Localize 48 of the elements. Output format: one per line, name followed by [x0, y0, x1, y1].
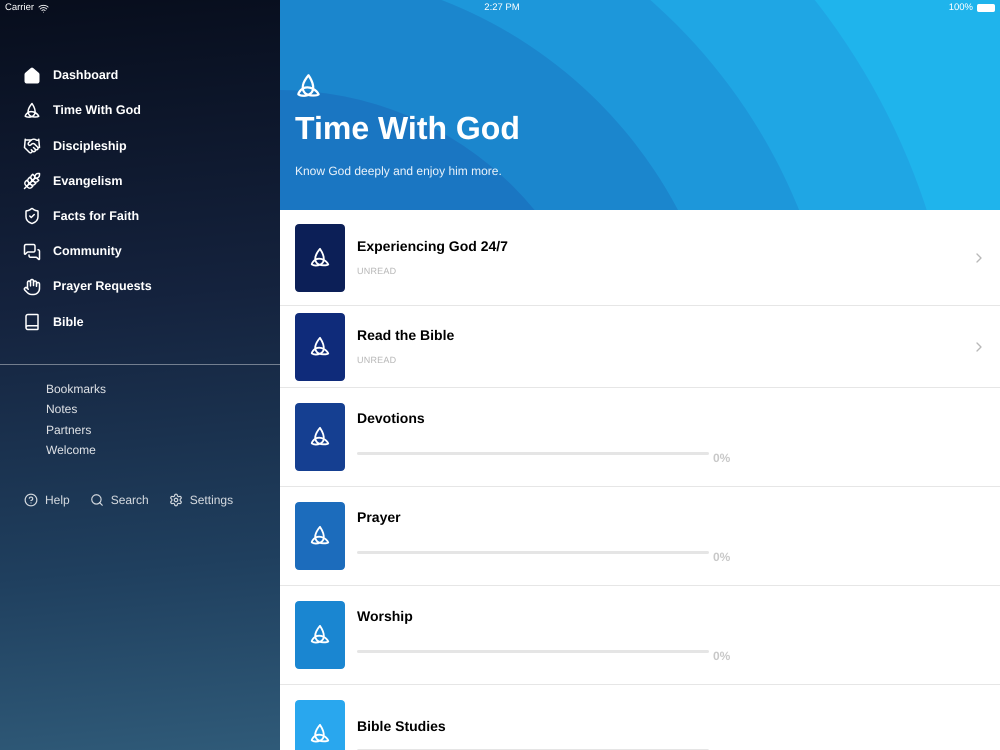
hand-icon [23, 278, 41, 296]
chat-icon [23, 242, 41, 261]
search-icon [90, 492, 104, 506]
battery-icon [977, 4, 995, 12]
nav-item[interactable]: Facts for Faith [0, 198, 280, 234]
lesson-title: Worship [357, 606, 414, 626]
handshake-icon [23, 136, 41, 155]
carrier-label: Carrier [5, 0, 34, 15]
settings-icon [168, 492, 183, 506]
footer-button[interactable]: Help [24, 490, 70, 508]
trinity-icon [309, 723, 331, 745]
lesson-title: Prayer [357, 508, 402, 527]
sidebar-link[interactable]: Welcome [46, 440, 96, 460]
battery-percent: 100% [948, 0, 973, 15]
nav-item[interactable]: Evangelism [0, 164, 280, 199]
page-title: Time With God [295, 109, 521, 148]
nav-item[interactable]: Prayer Requests [0, 269, 280, 304]
shield-check-icon [23, 207, 41, 226]
nav-item[interactable]: Discipleship [0, 128, 280, 164]
lesson-title: Bible Studies [357, 717, 447, 736]
trinity-icon [309, 624, 331, 646]
wifi-icon [38, 2, 50, 14]
lesson-title: Experiencing God 24/7 [357, 237, 509, 256]
lesson-title: Devotions [357, 408, 426, 428]
page-subtitle: Know God deeply and enjoy him more. [295, 163, 503, 180]
footer-button[interactable]: Search [90, 490, 149, 508]
home-icon [23, 66, 41, 85]
trinity-logo-icon [295, 73, 322, 100]
status-time: 2:27 PM [484, 0, 520, 15]
nav-item[interactable]: Community [0, 234, 280, 270]
lesson-title: Read the Bible [357, 326, 456, 346]
sidebar-link[interactable]: Partners [46, 420, 92, 440]
help-icon [24, 492, 38, 506]
trinity-icon [23, 102, 41, 120]
nav-item[interactable]: Time With God [0, 93, 280, 128]
trinity-icon [309, 246, 331, 268]
trinity-icon [309, 336, 331, 358]
trinity-icon [309, 525, 331, 547]
wheat-icon [23, 172, 41, 190]
trinity-icon [309, 426, 331, 448]
footer-button[interactable]: Settings [168, 490, 234, 508]
sidebar-link[interactable]: Bookmarks [46, 378, 106, 399]
sidebar-link[interactable]: Notes [46, 399, 78, 420]
nav-item[interactable]: Dashboard [0, 58, 280, 94]
lesson-status: UNREAD [357, 265, 398, 278]
nav-item[interactable]: Bible [0, 304, 280, 340]
book-icon [23, 312, 41, 331]
lesson-status: UNREAD [357, 354, 398, 368]
